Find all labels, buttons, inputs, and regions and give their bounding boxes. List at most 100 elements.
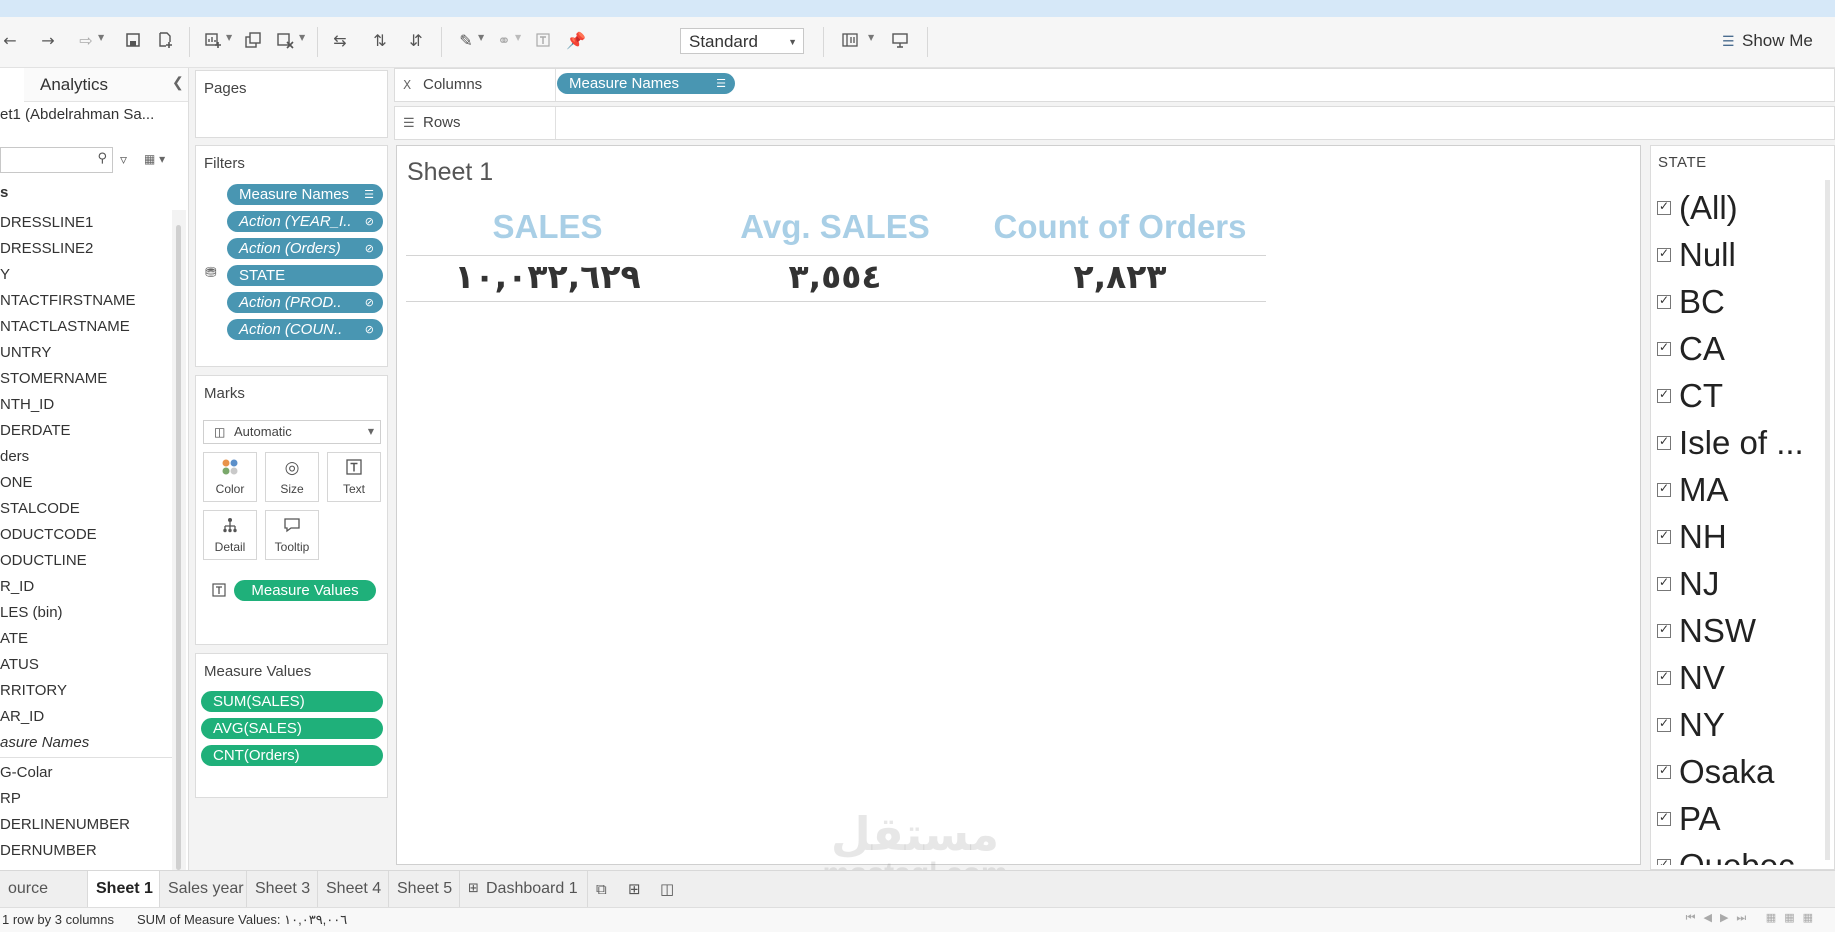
field-search-input[interactable]: ⚲ (0, 147, 113, 173)
marks-text-button[interactable]: Text (327, 452, 381, 502)
filter-pill-action-country[interactable]: Action (COUN.. ⊘ (227, 319, 383, 340)
list-item[interactable]: NTACTFIRSTNAME (0, 292, 136, 309)
fit-select[interactable]: Standard ▼ (680, 28, 804, 54)
list-item[interactable]: AR_ID (0, 708, 44, 725)
show-me-label: Show Me (1742, 31, 1813, 50)
analytics-tab-label: Analytics (40, 75, 109, 94)
list-item[interactable]: ODUCTCODE (0, 526, 97, 543)
filter-icon[interactable]: ▿ (120, 152, 127, 168)
filter-pill-state[interactable]: STATE (227, 265, 383, 286)
sort-ascending-icon[interactable]: ⇅ (370, 31, 390, 51)
new-datasource-icon[interactable] (155, 31, 175, 51)
measure-pill-avg-sales[interactable]: AVG(SALES) (201, 718, 383, 739)
new-worksheet-tab-icon[interactable]: ⧉ (596, 880, 607, 898)
value-count-orders[interactable]: ٢,٨٢٣ (990, 257, 1250, 296)
list-item[interactable]: DRESSLINE2 (0, 240, 93, 257)
filter-pill-action-year[interactable]: Action (YEAR_I.. ⊘ (227, 211, 383, 232)
columns-pill-measure-names[interactable]: Measure Names ☰ (557, 73, 735, 94)
filter-pill-measure-names[interactable]: Measure Names ☰ (227, 184, 383, 205)
save-icon[interactable] (123, 31, 143, 51)
sort-descending-icon[interactable]: ⇵ (406, 31, 426, 51)
list-item[interactable]: ders (0, 448, 29, 465)
rows-shelf[interactable]: ☰ Rows (394, 106, 1835, 140)
chevron-down-icon[interactable]: ▼ (515, 33, 521, 42)
swap-rows-columns-icon[interactable]: ⇆ (330, 31, 350, 51)
measure-values-title: Measure Values (204, 663, 312, 680)
highlight-icon[interactable]: ✎ (456, 31, 476, 51)
marks-color-button[interactable]: Color (203, 452, 257, 502)
tab-analytics[interactable]: Analytics (24, 68, 188, 102)
pages-card[interactable]: Pages (195, 70, 388, 138)
tab-data-source[interactable]: ource (0, 871, 88, 907)
list-item[interactable]: STOMERNAME (0, 370, 107, 387)
list-item[interactable]: G-Colar (0, 764, 53, 781)
column-header-avg-sales[interactable]: Avg. SALES (720, 208, 950, 246)
list-item[interactable]: s (0, 184, 8, 201)
chevron-down-icon[interactable]: ▼ (478, 33, 484, 42)
list-item[interactable]: DRESSLINE1 (0, 214, 93, 231)
duplicate-sheet-icon[interactable] (243, 31, 263, 51)
show-me-button[interactable]: ☰ Show Me (1722, 29, 1813, 53)
tab-dashboard-1[interactable]: ⊞ Dashboard 1 (460, 871, 588, 907)
chevron-down-icon[interactable]: ▼ (299, 33, 305, 42)
marks-detail-button[interactable]: Detail (203, 510, 257, 560)
tab-sheet-5[interactable]: Sheet 5 (389, 871, 460, 907)
list-item[interactable]: asure Names (0, 734, 89, 751)
column-header-count-orders[interactable]: Count of Orders (990, 208, 1250, 246)
redo-icon[interactable]: → (38, 31, 58, 51)
new-dashboard-tab-icon[interactable]: ⊞ (628, 880, 641, 898)
list-item[interactable]: NTH_ID (0, 396, 54, 413)
replay-icon[interactable]: ⇨ (76, 31, 96, 51)
view-options-icon[interactable]: ▦ ▾ (144, 152, 165, 166)
list-item[interactable]: Y (0, 266, 10, 283)
list-item[interactable]: STALCODE (0, 500, 80, 517)
mark-type-select[interactable]: ◫ Automatic ▼ (203, 420, 381, 444)
undo-icon[interactable]: ← (0, 31, 20, 51)
pill-label: Action (COUN.. (239, 321, 343, 338)
measure-pill-cnt-orders[interactable]: CNT(Orders) (201, 745, 383, 766)
marks-tooltip-button[interactable]: Tooltip (265, 510, 319, 560)
datasource-name[interactable]: et1 (Abdelrahman Sa... (0, 106, 154, 123)
list-item[interactable]: ATE (0, 630, 28, 647)
sheet-navigation-icons[interactable]: ⏮◀▶⏭ ▦▦▦ (1686, 911, 1821, 925)
list-item[interactable]: RP (0, 790, 21, 807)
value-avg-sales[interactable]: ٣,٥٥٤ (720, 257, 950, 296)
list-item[interactable]: UNTRY (0, 344, 51, 361)
tab-sales-year[interactable]: Sales year (160, 871, 247, 907)
view-canvas[interactable] (396, 145, 1641, 865)
new-worksheet-icon[interactable] (203, 31, 223, 51)
filter-pill-action-orders[interactable]: Action (Orders) ⊘ (227, 238, 383, 259)
tab-sheet-3[interactable]: Sheet 3 (247, 871, 318, 907)
marks-size-button[interactable]: ◎ Size (265, 452, 319, 502)
clear-sheet-icon[interactable] (275, 31, 295, 51)
pin-axes-icon[interactable]: 📌 (566, 31, 586, 51)
column-header-sales[interactable]: SALES (440, 208, 655, 246)
chevron-down-icon[interactable]: ▼ (868, 33, 874, 42)
data-pane-scrollbar[interactable] (176, 225, 181, 870)
list-item[interactable]: ODUCTLINE (0, 552, 87, 569)
chevron-down-icon[interactable]: ▼ (226, 33, 232, 42)
list-item[interactable]: DERDATE (0, 422, 71, 439)
tab-sheet-1[interactable]: Sheet 1 (88, 871, 160, 907)
tab-sheet-4[interactable]: Sheet 4 (318, 871, 389, 907)
list-item[interactable]: ATUS (0, 656, 39, 673)
chevron-down-icon[interactable]: ▼ (98, 33, 104, 42)
list-item[interactable]: DERLINENUMBER (0, 816, 130, 833)
list-item[interactable]: RRITORY (0, 682, 67, 699)
presentation-mode-icon[interactable] (890, 31, 910, 51)
marks-pill-measure-values[interactable]: Measure Values (234, 580, 376, 601)
new-story-tab-icon[interactable]: ◫ (660, 880, 674, 898)
list-item[interactable]: NTACTLASTNAME (0, 318, 130, 335)
filter-pill-action-product[interactable]: Action (PROD.. ⊘ (227, 292, 383, 313)
show-mark-labels-icon[interactable] (533, 31, 553, 51)
value-sales[interactable]: ١٠,٠٣٢,٦٢٩ (440, 257, 655, 296)
group-members-icon[interactable]: ⚭ (494, 31, 514, 51)
list-item[interactable]: DERNUMBER (0, 842, 97, 859)
list-item[interactable]: R_ID (0, 578, 34, 595)
collapse-pane-icon[interactable]: ❮ (172, 74, 184, 91)
measure-pill-sum-sales[interactable]: SUM(SALES) (201, 691, 383, 712)
list-item[interactable]: ONE (0, 474, 33, 491)
state-filter-scrollbar[interactable] (1825, 180, 1830, 860)
show-cards-icon[interactable] (840, 31, 860, 51)
list-item[interactable]: LES (bin) (0, 604, 63, 621)
